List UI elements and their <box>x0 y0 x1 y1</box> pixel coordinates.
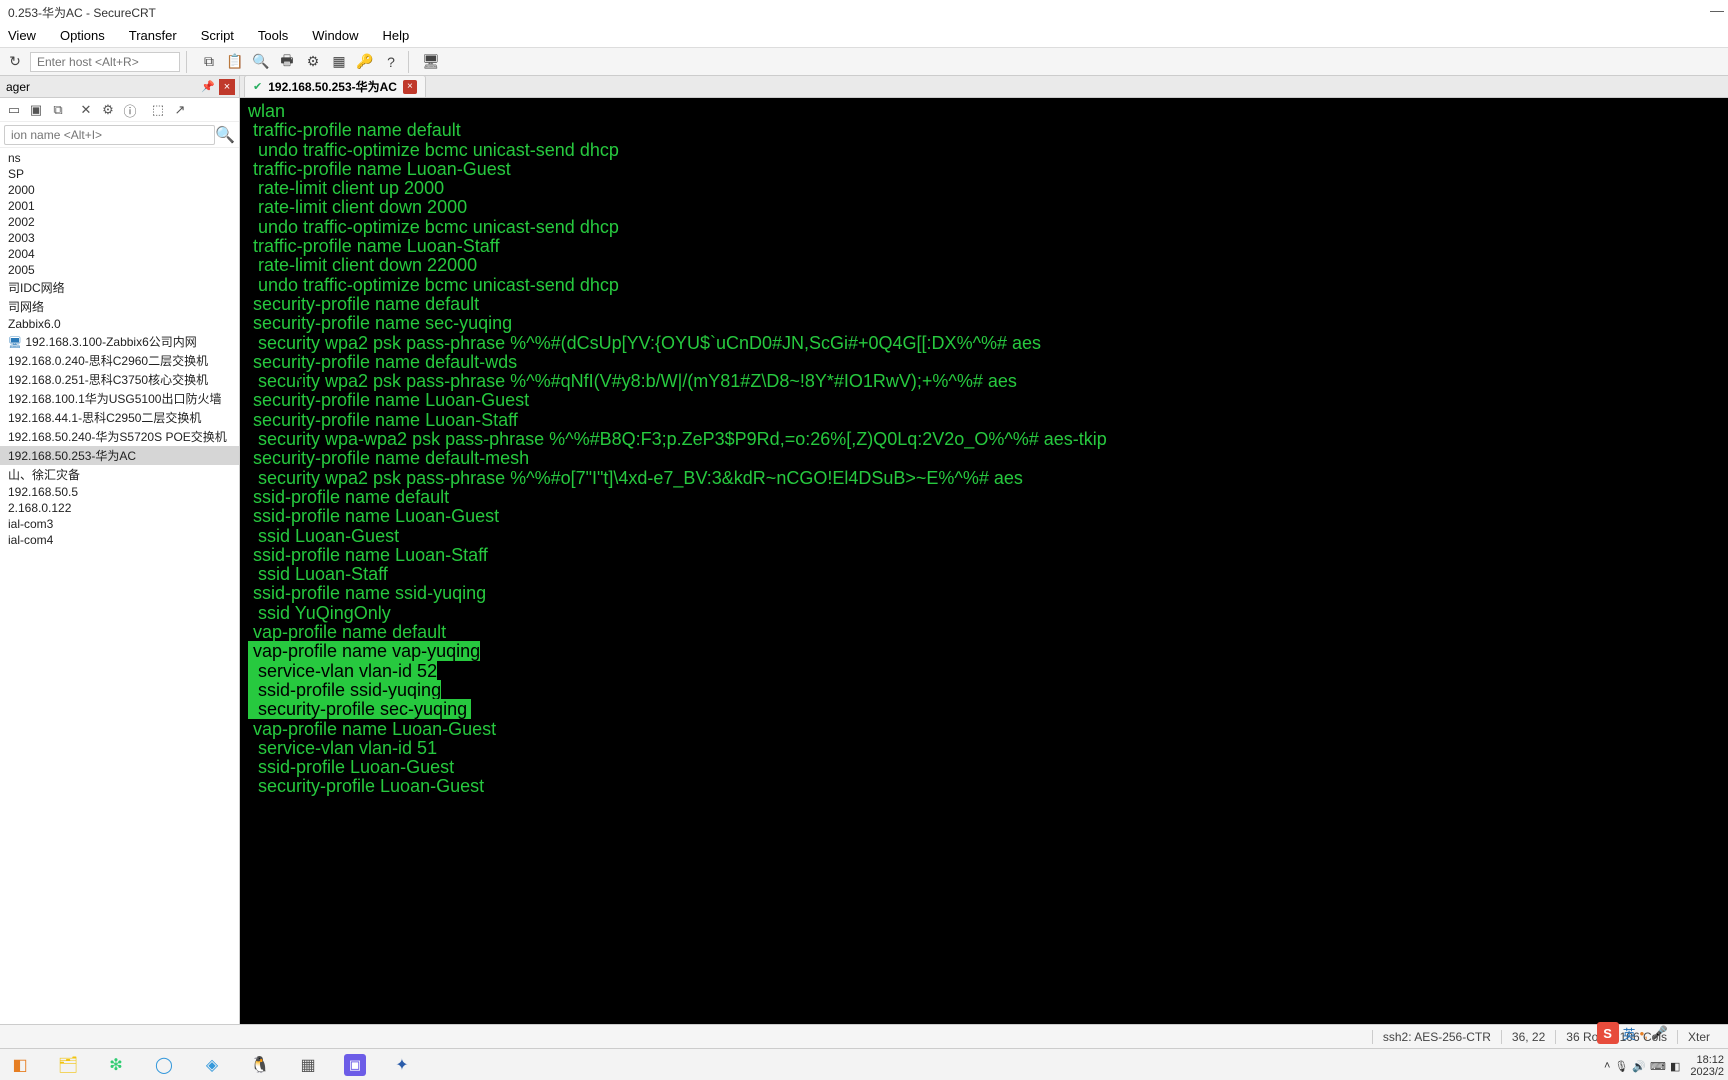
session-tree-item[interactable]: 2001 <box>0 198 239 214</box>
tray-net-icon[interactable]: ⌨ <box>1650 1060 1666 1073</box>
pin-icon[interactable]: 📌 <box>201 80 215 93</box>
menu-window[interactable]: Window <box>312 28 358 43</box>
sidebar-toolbar: ▭ ▣ ⧉ ✕ ⚙ ⓘ ⬚ ↗ <box>0 98 239 122</box>
session-icon[interactable]: 🖥 <box>420 51 442 73</box>
qq-icon[interactable]: 🐧 <box>248 1053 272 1077</box>
sidebar-filter: 🔍 <box>0 122 239 148</box>
print-icon[interactable]: 🖶 <box>276 51 298 73</box>
paste-icon[interactable]: 📋 <box>224 51 246 73</box>
search-icon[interactable]: ⓘ <box>120 100 140 120</box>
terminal-area: ✔ 192.168.50.253-华为AC × wlan traffic-pro… <box>240 76 1728 1024</box>
connected-icon: ✔ <box>253 80 262 93</box>
clock[interactable]: 18:12 2023/2 <box>1690 1054 1724 1078</box>
toolbar-separator <box>186 51 192 73</box>
status-cursor: 36, 22 <box>1501 1030 1555 1044</box>
session-tree-item[interactable]: 司网络 <box>0 297 239 316</box>
session-tree-item[interactable]: 2000 <box>0 182 239 198</box>
session-tree-item[interactable]: 山、徐汇灾备 <box>0 465 239 484</box>
toolbar: ↻ ⧉ 📋 🔍 🖶 ⚙ ▦ 🔑 ? 🖥 <box>0 48 1728 76</box>
sidebar-header: ager 📌 × <box>0 76 239 98</box>
sidebar-title: ager <box>6 80 30 94</box>
properties-icon[interactable]: ▦ <box>328 51 350 73</box>
menu-tools[interactable]: Tools <box>258 28 288 43</box>
window-title: 0.253-华为AC - SecureCRT <box>8 4 156 21</box>
app-icon[interactable]: ◈ <box>200 1053 224 1077</box>
tab-session[interactable]: ✔ 192.168.50.253-华为AC × <box>244 75 426 97</box>
import-icon[interactable]: ⬚ <box>148 100 168 120</box>
session-tree-item[interactable]: 2005 <box>0 262 239 278</box>
host-input[interactable] <box>30 52 180 72</box>
session-tree-item[interactable]: 🖥 192.168.3.100-Zabbix6公司内网 <box>0 332 239 351</box>
session-tree-item[interactable]: 192.168.50.253-华为AC <box>0 446 239 465</box>
menu-transfer[interactable]: Transfer <box>129 28 177 43</box>
visio-icon[interactable]: ✦ <box>390 1053 414 1077</box>
tray-up-icon[interactable]: ˄ <box>1604 1060 1610 1072</box>
session-tree[interactable]: nsSP200020012002200320042005司IDC网络司网络Zab… <box>0 148 239 1024</box>
close-tab-icon[interactable]: × <box>403 80 417 94</box>
wechat-icon[interactable]: ❇ <box>104 1053 128 1077</box>
app3-icon[interactable]: ▣ <box>344 1054 366 1076</box>
session-tree-item[interactable]: SP <box>0 166 239 182</box>
copy-icon[interactable]: ⧉ <box>198 51 220 73</box>
session-tree-item[interactable]: 2.168.0.122 <box>0 500 239 516</box>
window-minimize[interactable]: — <box>1710 2 1724 18</box>
browser-icon[interactable]: ◯ <box>152 1053 176 1077</box>
menu-help[interactable]: Help <box>383 28 410 43</box>
session-tree-item[interactable]: 192.168.0.240-思科C2960二层交换机 <box>0 351 239 370</box>
new-session-icon[interactable]: ▭ <box>4 100 24 120</box>
session-manager: ager 📌 × ▭ ▣ ⧉ ✕ ⚙ ⓘ ⬚ ↗ 🔍 nsSP200020012… <box>0 76 240 1024</box>
ime-mode[interactable]: 英 <box>1623 1024 1636 1043</box>
session-tree-item[interactable]: ial-com4 <box>0 532 239 548</box>
status-bar: ssh2: AES-256-CTR 36, 22 36 Rows, 106 Co… <box>0 1024 1728 1048</box>
tray-icon[interactable]: ◧ <box>1670 1060 1680 1073</box>
ime-voice-icon[interactable]: 🎤 <box>1652 1025 1668 1041</box>
key-icon[interactable]: 🔑 <box>354 51 376 73</box>
tab-title: 192.168.50.253-华为AC <box>268 78 397 95</box>
start-icon[interactable]: ◧ <box>8 1053 32 1077</box>
help-icon[interactable]: ? <box>380 51 402 73</box>
session-tree-item[interactable]: 192.168.50.5 <box>0 484 239 500</box>
find-icon[interactable]: 🔍 <box>250 51 272 73</box>
terminal[interactable]: wlan traffic-profile name default undo t… <box>240 98 1728 1024</box>
ime-toolbar[interactable]: S 英 •, 🎤 <box>1597 1022 1668 1044</box>
session-tree-item[interactable]: 司IDC网络 <box>0 278 239 297</box>
tab-bar: ✔ 192.168.50.253-华为AC × <box>240 76 1728 98</box>
export-icon[interactable]: ↗ <box>170 100 190 120</box>
settings-icon[interactable]: ⚙ <box>302 51 324 73</box>
titlebar: 0.253-华为AC - SecureCRT — <box>0 0 1728 24</box>
session-tree-item[interactable]: ns <box>0 150 239 166</box>
menubar: View Options Transfer Script Tools Windo… <box>0 24 1728 48</box>
close-icon[interactable]: × <box>219 79 235 95</box>
filter-input[interactable] <box>4 125 215 145</box>
session-tree-item[interactable]: Zabbix6.0 <box>0 316 239 332</box>
sogou-icon[interactable]: S <box>1597 1022 1619 1044</box>
explorer-icon[interactable]: 🗂 <box>56 1053 80 1077</box>
tray-mic-icon[interactable]: 🎙 <box>1614 1060 1628 1073</box>
app2-icon[interactable]: ▦ <box>296 1053 320 1077</box>
session-tree-item[interactable]: 2004 <box>0 246 239 262</box>
session-tree-item[interactable]: 192.168.44.1-思科C2950二层交换机 <box>0 408 239 427</box>
tray-sound-icon[interactable]: 🔊 <box>1632 1060 1646 1073</box>
menu-script[interactable]: Script <box>201 28 234 43</box>
taskbar: ◧ 🗂 ❇ ◯ ◈ 🐧 ▦ ▣ ✦ ˄ 🎙 🔊 ⌨ ◧ 18:12 2023/2 <box>0 1048 1728 1080</box>
session-tree-item[interactable]: 192.168.50.240-华为S5720S POE交换机 <box>0 427 239 446</box>
session-tree-item[interactable]: 192.168.100.1华为USG5100出口防火墙 <box>0 389 239 408</box>
gear-icon[interactable]: ⚙ <box>98 100 118 120</box>
session-tree-item[interactable]: ial-com3 <box>0 516 239 532</box>
search-icon[interactable]: 🔍 <box>215 125 235 145</box>
session-tree-item[interactable]: 192.168.0.251-思科C3750核心交换机 <box>0 370 239 389</box>
reconnect-icon[interactable]: ↻ <box>4 51 26 73</box>
menu-view[interactable]: View <box>8 28 36 43</box>
copy-session-icon[interactable]: ⧉ <box>48 100 68 120</box>
session-tree-item[interactable]: 2002 <box>0 214 239 230</box>
delete-icon[interactable]: ✕ <box>76 100 96 120</box>
toolbar-separator <box>408 51 414 73</box>
ime-punct-icon[interactable]: •, <box>1640 1026 1648 1041</box>
status-term: Xter <box>1677 1030 1720 1044</box>
menu-options[interactable]: Options <box>60 28 105 43</box>
session-tree-item[interactable]: 2003 <box>0 230 239 246</box>
status-protocol: ssh2: AES-256-CTR <box>1372 1030 1501 1044</box>
new-folder-icon[interactable]: ▣ <box>26 100 46 120</box>
